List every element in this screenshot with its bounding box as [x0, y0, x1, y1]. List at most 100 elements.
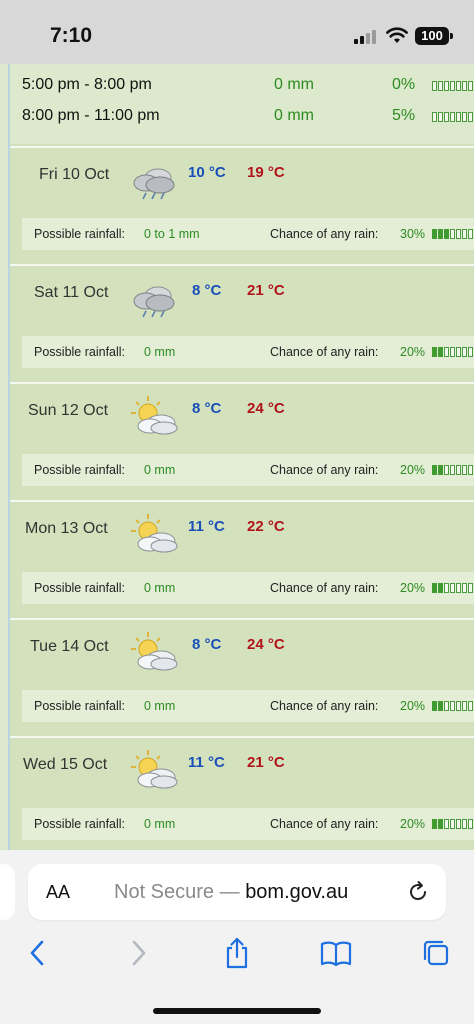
rainfall-label: Possible rainfall: — [34, 463, 126, 477]
rain-chance-segment — [438, 819, 443, 829]
url-separator: — — [214, 881, 246, 903]
day-forecast: Sun 12 Oct 8 °C 24 °C Possible rainfall:… — [10, 382, 474, 500]
rain-chance-segment — [438, 347, 443, 357]
status-bar: 7:10 100 — [0, 0, 474, 64]
partly-cloudy-icon — [131, 396, 178, 435]
showers-cloud-icon — [133, 168, 175, 200]
rain-chance-bars — [432, 583, 474, 593]
min-temperature: 8 °C — [192, 282, 222, 299]
forward-icon[interactable] — [122, 936, 154, 970]
rain-chance-segment — [450, 81, 455, 91]
back-icon[interactable] — [22, 936, 54, 970]
rain-chance-segment — [456, 701, 461, 711]
url-domain: bom.gov.au — [245, 881, 349, 903]
rain-chance-segment — [462, 465, 467, 475]
min-temperature: 8 °C — [192, 636, 222, 653]
forecast-date: Wed 15 Oct — [23, 756, 108, 773]
previous-tab-preview[interactable] — [0, 864, 15, 920]
rain-chance-label: Chance of any rain: — [270, 699, 379, 713]
rain-chance-value: 20% — [400, 581, 426, 595]
reload-icon[interactable] — [406, 880, 430, 904]
hourly-rain-amount: 0 mm — [274, 76, 314, 93]
rain-chance-segment — [462, 701, 467, 711]
url-text[interactable]: Not Secure — bom.gov.au — [114, 881, 348, 904]
rain-chance-segment — [444, 81, 449, 91]
rain-chance-segment — [468, 819, 473, 829]
day-forecast: Mon 13 Oct 11 °C 22 °C Possible rainfall… — [10, 500, 474, 618]
rain-chance-segment — [462, 112, 467, 122]
rain-chance-segment — [438, 112, 443, 122]
forecast-page[interactable]: 5:00 pm - 8:00 pm 0 mm 0% 8:00 pm - 11:0… — [0, 64, 474, 850]
partly-cloudy-icon — [131, 514, 178, 553]
min-temperature: 11 °C — [188, 754, 225, 771]
rain-chance-value: 20% — [400, 817, 426, 831]
rain-chance-segment — [432, 465, 437, 475]
hourly-row: 8:00 pm - 11:00 pm 0 mm 5% — [10, 101, 474, 131]
rain-chance-segment — [444, 583, 449, 593]
rainfall-value: 0 mm — [144, 345, 176, 359]
rainfall-value: 0 mm — [144, 581, 176, 595]
bookmarks-icon[interactable] — [320, 936, 352, 970]
rain-chance-segment — [462, 81, 467, 91]
hourly-rain-amount: 0 mm — [274, 107, 314, 124]
rain-chance-segment — [462, 347, 467, 357]
rain-info: Possible rainfall: 0 mm Chance of any ra… — [22, 454, 474, 486]
hourly-rain-chance: 0% — [392, 76, 416, 93]
security-label: Not Secure — [114, 881, 215, 903]
rain-chance-segment — [450, 701, 455, 711]
rainfall-value: 0 mm — [144, 817, 176, 831]
rain-chance-segment — [450, 465, 455, 475]
rain-chance-segment — [468, 229, 473, 239]
rain-info: Possible rainfall: 0 mm Chance of any ra… — [22, 690, 474, 722]
rain-chance-segment — [432, 701, 437, 711]
share-icon[interactable] — [221, 936, 253, 970]
rain-chance-bars — [432, 465, 474, 475]
rain-chance-value: 30% — [400, 227, 426, 241]
tabs-icon[interactable] — [420, 936, 452, 970]
rain-chance-segment — [456, 583, 461, 593]
rain-chance-segment — [438, 701, 443, 711]
browser-toolbar — [0, 936, 474, 976]
rain-chance-segment — [432, 347, 437, 357]
rain-chance-segment — [450, 229, 455, 239]
reader-options-button[interactable]: AA — [46, 882, 70, 903]
forecast-date: Sun 12 Oct — [28, 402, 109, 419]
day-forecast: Tue 14 Oct 8 °C 24 °C Possible rainfall:… — [10, 618, 474, 736]
rainfall-value: 0 mm — [144, 699, 176, 713]
rain-chance-value: 20% — [400, 463, 426, 477]
rain-chance-segment — [450, 347, 455, 357]
rain-chance-segment — [444, 112, 449, 122]
min-temperature: 8 °C — [192, 400, 222, 417]
rain-chance-bars — [432, 819, 474, 829]
rain-chance-segment — [438, 229, 443, 239]
rain-chance-segment — [444, 229, 449, 239]
rain-info: Possible rainfall: 0 mm Chance of any ra… — [22, 572, 474, 604]
rain-chance-segment — [432, 81, 437, 91]
rain-chance-segment — [468, 465, 473, 475]
rain-chance-segment — [468, 347, 473, 357]
rain-info: Possible rainfall: 0 to 1 mm Chance of a… — [22, 218, 474, 250]
address-bar[interactable]: AA Not Secure — bom.gov.au — [28, 864, 446, 920]
max-temperature: 24 °C — [247, 636, 285, 653]
min-temperature: 11 °C — [188, 518, 225, 535]
hourly-row: 5:00 pm - 8:00 pm 0 mm 0% — [10, 70, 474, 100]
partly-cloudy-icon — [131, 750, 178, 789]
rainfall-label: Possible rainfall: — [34, 345, 126, 359]
day-forecast: Sat 11 Oct 8 °C 21 °C Possible rainfall:… — [10, 264, 474, 382]
rain-chance-segment — [444, 701, 449, 711]
hourly-rain-chance: 5% — [392, 107, 416, 124]
max-temperature: 24 °C — [247, 400, 285, 417]
rain-chance-segment — [456, 819, 461, 829]
rain-chance-segment — [462, 583, 467, 593]
browser-bottom-bar: AA Not Secure — bom.gov.au — [0, 850, 474, 1024]
rain-chance-segment — [462, 819, 467, 829]
rain-chance-label: Chance of any rain: — [270, 345, 379, 359]
rain-chance-segment — [456, 229, 461, 239]
home-indicator — [153, 1008, 321, 1014]
rainfall-label: Possible rainfall: — [34, 581, 126, 595]
wifi-icon — [386, 27, 408, 43]
rain-chance-segment — [438, 81, 443, 91]
rain-chance-segment — [438, 583, 443, 593]
forecast-date: Fri 10 Oct — [39, 166, 110, 183]
forecast-date: Sat 11 Oct — [34, 284, 109, 301]
